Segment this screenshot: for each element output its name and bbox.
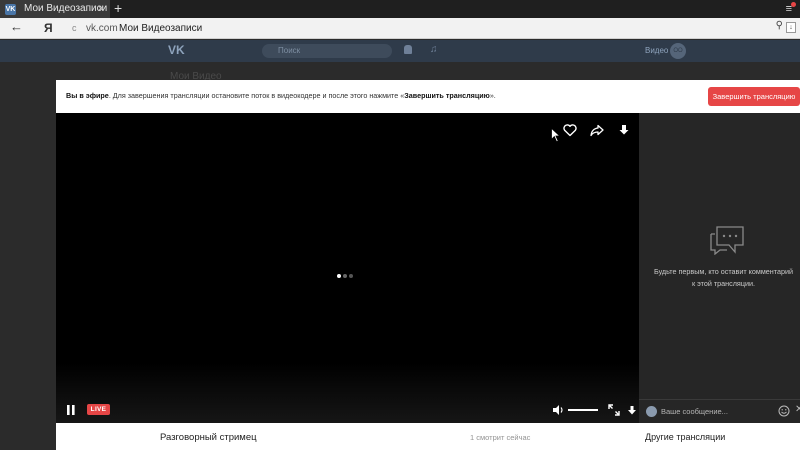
chat-message-input[interactable] bbox=[661, 405, 771, 418]
video-info-bar: Разговорный стримец 1 смотрит сейчас bbox=[56, 423, 639, 450]
live-banner: Вы в эфире. Для завершения трансляции ос… bbox=[56, 80, 800, 113]
share-icon[interactable] bbox=[589, 122, 605, 138]
video-title: Разговорный стримец bbox=[160, 432, 257, 443]
address-page-title: Мои Видеозаписи bbox=[119, 23, 203, 34]
viewer-count: 1 смотрит сейчас bbox=[470, 433, 531, 442]
chat-input-row: ✕ bbox=[639, 399, 800, 423]
volume-slider[interactable] bbox=[568, 409, 598, 411]
notification-dot bbox=[791, 2, 796, 7]
key-icon[interactable]: ⚲ bbox=[776, 20, 783, 31]
banner-end: ». bbox=[489, 91, 496, 100]
back-icon[interactable]: ← bbox=[10, 19, 23, 34]
emoji-icon[interactable] bbox=[778, 405, 790, 417]
video-player[interactable]: LIVE bbox=[56, 113, 639, 423]
loading-dot bbox=[349, 274, 353, 278]
live-badge: LIVE bbox=[87, 404, 110, 415]
banner-lead: Вы в эфире bbox=[66, 91, 109, 100]
end-broadcast-button[interactable]: Завершить трансляцию bbox=[708, 87, 800, 106]
avatar[interactable]: ОО bbox=[670, 43, 686, 59]
tab-close-icon[interactable]: × bbox=[98, 0, 104, 18]
music-icon[interactable]: ♫ bbox=[430, 44, 438, 55]
chat-empty-line1: Будьте первым, кто оставит комментарий bbox=[654, 267, 793, 276]
close-icon[interactable]: ✕ bbox=[795, 404, 800, 415]
reload-icon[interactable]: c bbox=[72, 20, 77, 37]
vk-favicon-icon: VK bbox=[5, 4, 16, 15]
chat-empty-message: Будьте первым, кто оставит комментарий к… bbox=[639, 266, 800, 290]
chat-panel: Будьте первым, кто оставит комментарий к… bbox=[639, 113, 800, 423]
download-icon[interactable] bbox=[616, 122, 632, 138]
browser-tab-bar: VK Мои Видеозаписи × + ≡ bbox=[0, 0, 800, 18]
tab-title: Мои Видеозаписи bbox=[24, 3, 108, 14]
like-icon[interactable] bbox=[562, 122, 578, 138]
other-streams-title[interactable]: Другие трансляции bbox=[645, 432, 725, 442]
new-tab-button[interactable]: + bbox=[114, 0, 122, 17]
address-host: vk.com bbox=[86, 23, 118, 34]
chat-empty-line2: к этой трансляции. bbox=[692, 279, 755, 288]
extension-icon[interactable]: ↓ bbox=[786, 22, 796, 33]
banner-body: . Для завершения трансляции остановите п… bbox=[108, 91, 405, 100]
browser-menu-icon[interactable]: ≡ bbox=[786, 0, 796, 18]
banner-text: Вы в эфире. Для завершения трансляции ос… bbox=[66, 91, 496, 100]
fullscreen-icon[interactable] bbox=[608, 404, 620, 416]
vk-page-behind: Мои Видео bbox=[0, 62, 800, 82]
banner-action: Завершить трансляцию bbox=[404, 91, 490, 100]
bell-icon[interactable] bbox=[404, 45, 412, 54]
loading-dot bbox=[343, 274, 347, 278]
vk-logo-icon[interactable]: VK bbox=[168, 43, 185, 57]
address-bar-row: ← Я c vk.com Мои Видеозаписи bbox=[0, 18, 800, 39]
vk-header: VK Поиск ♫ Видео ОО bbox=[0, 40, 800, 62]
address-field[interactable]: c vk.com Мои Видеозаписи bbox=[66, 20, 766, 37]
vk-search-input[interactable]: Поиск bbox=[262, 44, 392, 58]
volume-icon[interactable] bbox=[552, 404, 565, 416]
other-streams-bar: Другие трансляции bbox=[639, 423, 800, 450]
avatar bbox=[646, 406, 657, 417]
yandex-icon[interactable]: Я bbox=[44, 21, 53, 35]
vk-user-name[interactable]: Видео bbox=[645, 46, 668, 55]
chat-bubble-icon bbox=[710, 226, 744, 255]
loading-indicator bbox=[337, 265, 355, 283]
pause-icon[interactable] bbox=[66, 404, 76, 416]
download-icon[interactable] bbox=[627, 405, 637, 416]
loading-dot bbox=[337, 274, 341, 278]
browser-tab[interactable]: VK Мои Видеозаписи × bbox=[0, 0, 110, 18]
